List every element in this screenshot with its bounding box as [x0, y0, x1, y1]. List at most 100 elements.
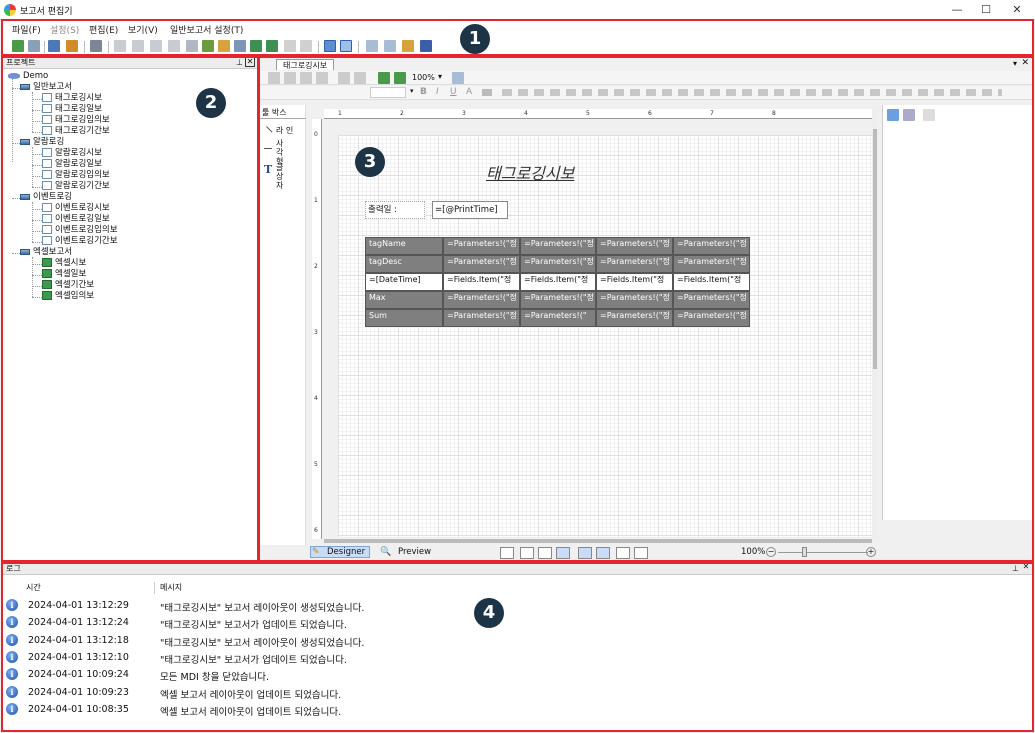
italic-icon[interactable]: I — [436, 87, 439, 97]
log-column-time[interactable]: 시간 — [26, 582, 41, 593]
report-table-cell[interactable]: =Parameters!("정 — [443, 309, 520, 327]
underline-icon[interactable]: U — [450, 87, 457, 97]
snap-lines-icon[interactable] — [578, 547, 592, 559]
print-date-label[interactable]: 출력일 : — [365, 201, 425, 219]
margins-icon[interactable] — [520, 547, 534, 559]
report-table-cell[interactable]: Max — [365, 291, 443, 309]
tree-node-group[interactable]: 일반보고서 — [20, 82, 72, 93]
tree-node-group[interactable]: 알람로깅 — [20, 137, 64, 148]
close-panel-icon[interactable]: ✕ — [245, 57, 255, 67]
close-button[interactable]: ✕ — [1005, 2, 1029, 18]
tree-node-group[interactable]: 엑셀보고서 — [20, 247, 72, 258]
report-table-cell[interactable]: =Parameters!("정 — [596, 255, 673, 273]
save-icon[interactable] — [420, 40, 432, 52]
report-table-cell[interactable]: =Fields.Item("정 — [673, 273, 750, 291]
column-divider[interactable] — [154, 582, 155, 594]
new-report-icon[interactable] — [202, 40, 214, 52]
schedule-icon[interactable] — [402, 40, 414, 52]
delete-row-icon[interactable] — [168, 40, 180, 52]
log-entry[interactable]: i 2024-04-01 10:09:23 엑셀 보고서 레이아웃이 업데이트 되었… — [6, 684, 806, 701]
log-entry[interactable]: i 2024-04-01 10:09:24 모든 MDI 창을 닫았습니다. — [6, 666, 806, 683]
tree-node-report[interactable]: 태그로깅일보 — [42, 104, 102, 115]
table-icon[interactable] — [114, 40, 126, 52]
vertical-scroll-thumb[interactable] — [873, 129, 877, 369]
tree-node-report[interactable]: 알람로깅기간보 — [42, 181, 110, 192]
tree-node-report[interactable]: 이벤트로깅임의보 — [42, 225, 118, 236]
zoom-out-icon[interactable] — [394, 72, 406, 84]
report-table-cell[interactable]: =Parameters!("정 — [596, 309, 673, 327]
tree-node-report[interactable]: 알람로깅임의보 — [42, 170, 110, 181]
sort-az-icon[interactable] — [903, 109, 915, 121]
tree-node-root[interactable]: Demo — [8, 71, 48, 82]
tree-node-report[interactable]: 태그로깅임의보 — [42, 115, 110, 126]
page-border-icon[interactable] — [538, 547, 552, 559]
alignment-tools[interactable] — [502, 89, 1002, 96]
report-table-cell[interactable]: =Parameters!("정 — [520, 255, 596, 273]
snap-grid-icon[interactable] — [596, 547, 610, 559]
report-table-cell[interactable]: =Fields.Item("정 — [520, 273, 596, 291]
report-table-cell[interactable]: Sum — [365, 309, 443, 327]
page-size-icon[interactable] — [500, 547, 514, 559]
tree-view-icon[interactable] — [324, 40, 336, 52]
zoom-slider-track[interactable] — [778, 552, 868, 553]
report-table-cell[interactable]: =Fields.Item("정 — [443, 273, 520, 291]
highlight-icon[interactable] — [482, 89, 492, 96]
tree-node-report[interactable]: 엑셀시보 — [42, 258, 86, 269]
pan-hand-icon[interactable] — [634, 547, 648, 559]
log-entry[interactable]: i 2024-04-01 13:12:18 "태그로깅시보" 보고서 레이아웃이 생… — [6, 632, 806, 649]
tree-node-report[interactable]: 이벤트로깅일보 — [42, 214, 110, 225]
vertical-scrollbar[interactable] — [872, 109, 878, 539]
delete-icon[interactable] — [316, 72, 328, 84]
tree-node-report[interactable]: 엑셀기간보 — [42, 280, 94, 291]
report-table-cell[interactable]: =Fields.Item("정 — [596, 273, 673, 291]
tree-node-report[interactable]: 엑셀임의보 — [42, 291, 94, 302]
font-name-select[interactable] — [370, 87, 406, 98]
report-table-cell[interactable]: =Parameters!("정 — [596, 291, 673, 309]
rectangle-tool-icon[interactable] — [264, 143, 272, 149]
tree-node-report[interactable]: 이벤트로깅기간보 — [42, 236, 118, 247]
log-entry[interactable]: i 2024-04-01 13:12:10 "태그로깅시보" 보고서가 업데이트 되… — [6, 649, 806, 666]
eraser-icon[interactable] — [284, 40, 296, 52]
report-title[interactable]: 태그로깅시보 — [486, 160, 574, 184]
cut-icon[interactable] — [268, 72, 280, 84]
rectangle-tool-label[interactable]: 사각형 — [276, 139, 290, 166]
fit-page-icon[interactable] — [452, 72, 464, 84]
menu-edit[interactable]: 편집(E) — [89, 23, 118, 36]
tree-node-report[interactable]: 이벤트로깅시보 — [42, 203, 110, 214]
print-time-field[interactable]: =[@PrintTime] — [432, 201, 508, 219]
report-table-cell[interactable]: =Parameters!("정 — [673, 309, 750, 327]
package-icon[interactable] — [66, 40, 78, 52]
bold-icon[interactable]: B — [420, 87, 427, 97]
log-entry[interactable]: i 2024-04-01 10:08:35 엑셀 보고서 레이아웃이 업데이트 되었… — [6, 701, 806, 718]
tab-tag-logging-hourly[interactable]: 태그로깅시보 — [276, 59, 335, 70]
menu-file[interactable]: 파일(F) — [12, 23, 41, 36]
line-tool-label[interactable]: 라 인 — [276, 126, 304, 135]
tab-dropdown-icon[interactable]: ▾ — [1013, 59, 1017, 68]
zoom-out-button[interactable]: − — [766, 547, 776, 557]
refresh-icon[interactable] — [12, 40, 24, 52]
paste-icon[interactable] — [300, 72, 312, 84]
zoom-slider-thumb[interactable] — [802, 547, 807, 557]
log-entry[interactable]: i 2024-04-01 13:12:24 "태그로깅시보" 보고서가 업데이트 되… — [6, 614, 806, 631]
textbox-tool-icon[interactable]: T — [264, 163, 272, 176]
edit-icon[interactable] — [90, 40, 102, 52]
grid-toggle-icon[interactable] — [556, 547, 570, 559]
report-table-cell[interactable]: =Parameters!("정 — [596, 237, 673, 255]
zoom-in-icon[interactable] — [378, 72, 390, 84]
export-icon[interactable] — [48, 40, 60, 52]
property-pages-icon[interactable] — [923, 109, 935, 121]
menu-view[interactable]: 보기(V) — [128, 23, 158, 36]
minimize-button[interactable]: — — [945, 2, 969, 18]
log-column-message[interactable]: 메시지 — [160, 582, 182, 593]
copy-icon[interactable] — [284, 72, 296, 84]
report-table-cell[interactable]: tagDesc — [365, 255, 443, 273]
zoom-select[interactable]: 100% — [412, 73, 435, 82]
pointer-icon[interactable] — [616, 547, 630, 559]
pin-icon[interactable]: ⊥ — [236, 57, 243, 69]
line-tool-icon[interactable] — [261, 126, 273, 138]
log-close-icon[interactable]: ✕ — [1021, 563, 1031, 573]
report-table-cell[interactable]: =Parameters!("정 — [443, 291, 520, 309]
insert-row-icon[interactable] — [132, 40, 144, 52]
maximize-button[interactable]: ☐ — [974, 2, 998, 18]
report-table-cell[interactable]: =Parameters!("정 — [673, 291, 750, 309]
